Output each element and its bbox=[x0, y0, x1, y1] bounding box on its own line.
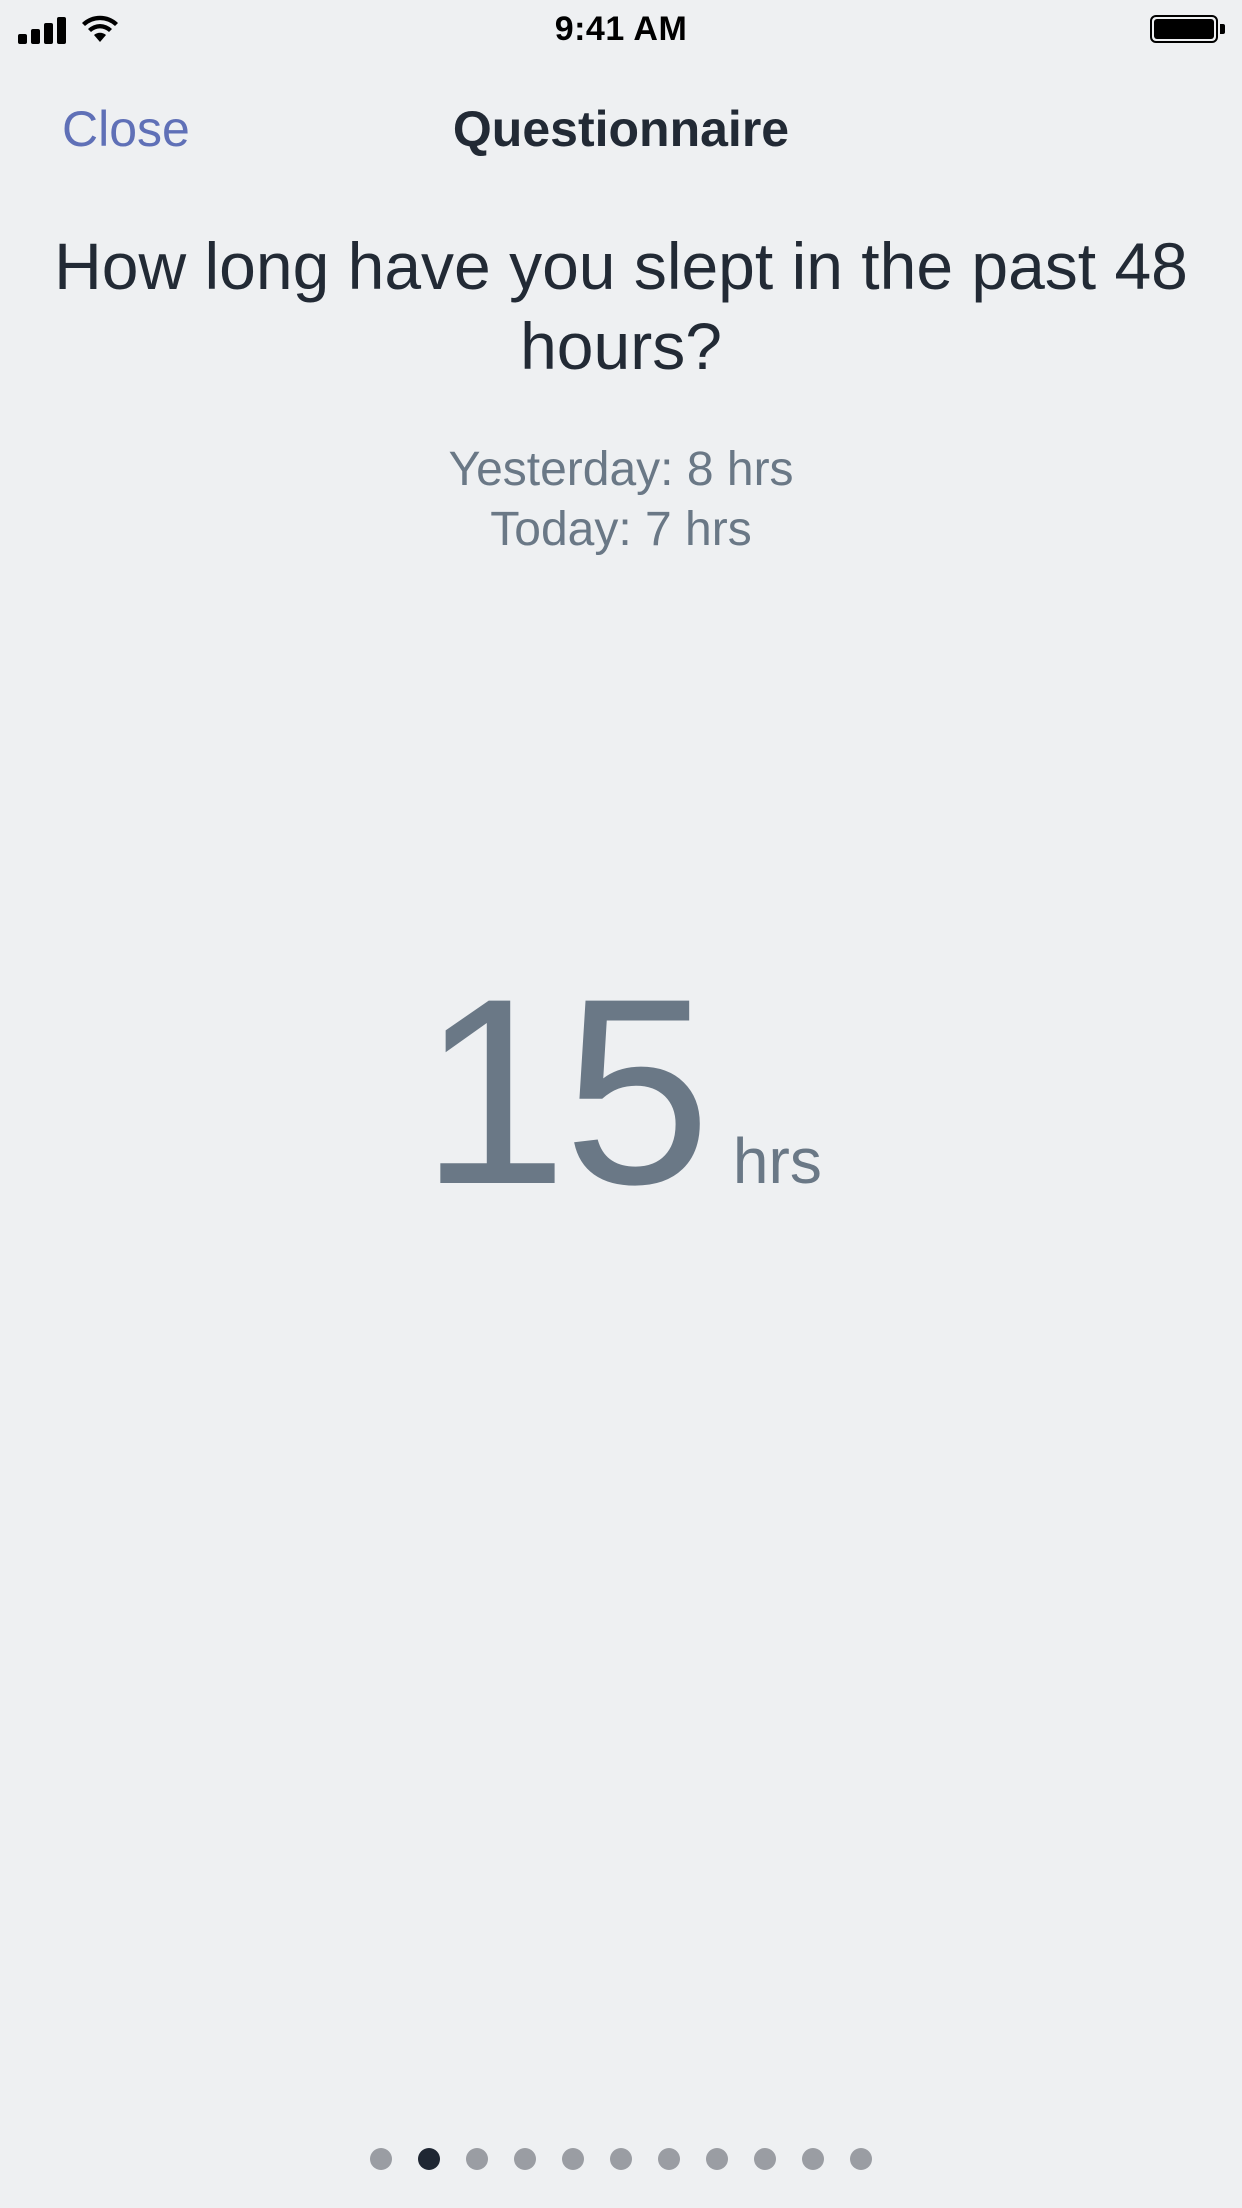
page-dot[interactable] bbox=[706, 2148, 728, 2170]
page-dot[interactable] bbox=[562, 2148, 584, 2170]
page-dot[interactable] bbox=[370, 2148, 392, 2170]
history-yesterday: Yesterday: 8 hrs bbox=[448, 443, 794, 496]
page-dot[interactable] bbox=[610, 2148, 632, 2170]
status-bar: 9:41 AM bbox=[0, 0, 1242, 60]
sleep-hours-value[interactable]: 15 bbox=[420, 944, 711, 1240]
sleep-value-display[interactable]: 15 hrs bbox=[0, 960, 1242, 1225]
page-indicator[interactable] bbox=[0, 2148, 1242, 2170]
page-title: Questionnaire bbox=[452, 101, 790, 157]
history-today: Today: 7 hrs bbox=[490, 503, 752, 556]
page-dot[interactable] bbox=[658, 2148, 680, 2170]
page-dot[interactable] bbox=[754, 2148, 776, 2170]
question-text: How long have you slept in the past 48 h… bbox=[54, 229, 1188, 383]
status-time: 9:41 AM bbox=[554, 10, 688, 48]
page-dot[interactable] bbox=[802, 2148, 824, 2170]
page-dot-active[interactable] bbox=[418, 2148, 440, 2170]
page-dot[interactable] bbox=[514, 2148, 536, 2170]
page-dot[interactable] bbox=[850, 2148, 872, 2170]
battery-icon bbox=[1150, 15, 1226, 45]
page-dot[interactable] bbox=[466, 2148, 488, 2170]
sleep-hours-unit: hrs bbox=[732, 1125, 822, 1197]
sleep-history: Yesterday: 8 hrs Today: 7 hrs bbox=[0, 440, 1242, 560]
